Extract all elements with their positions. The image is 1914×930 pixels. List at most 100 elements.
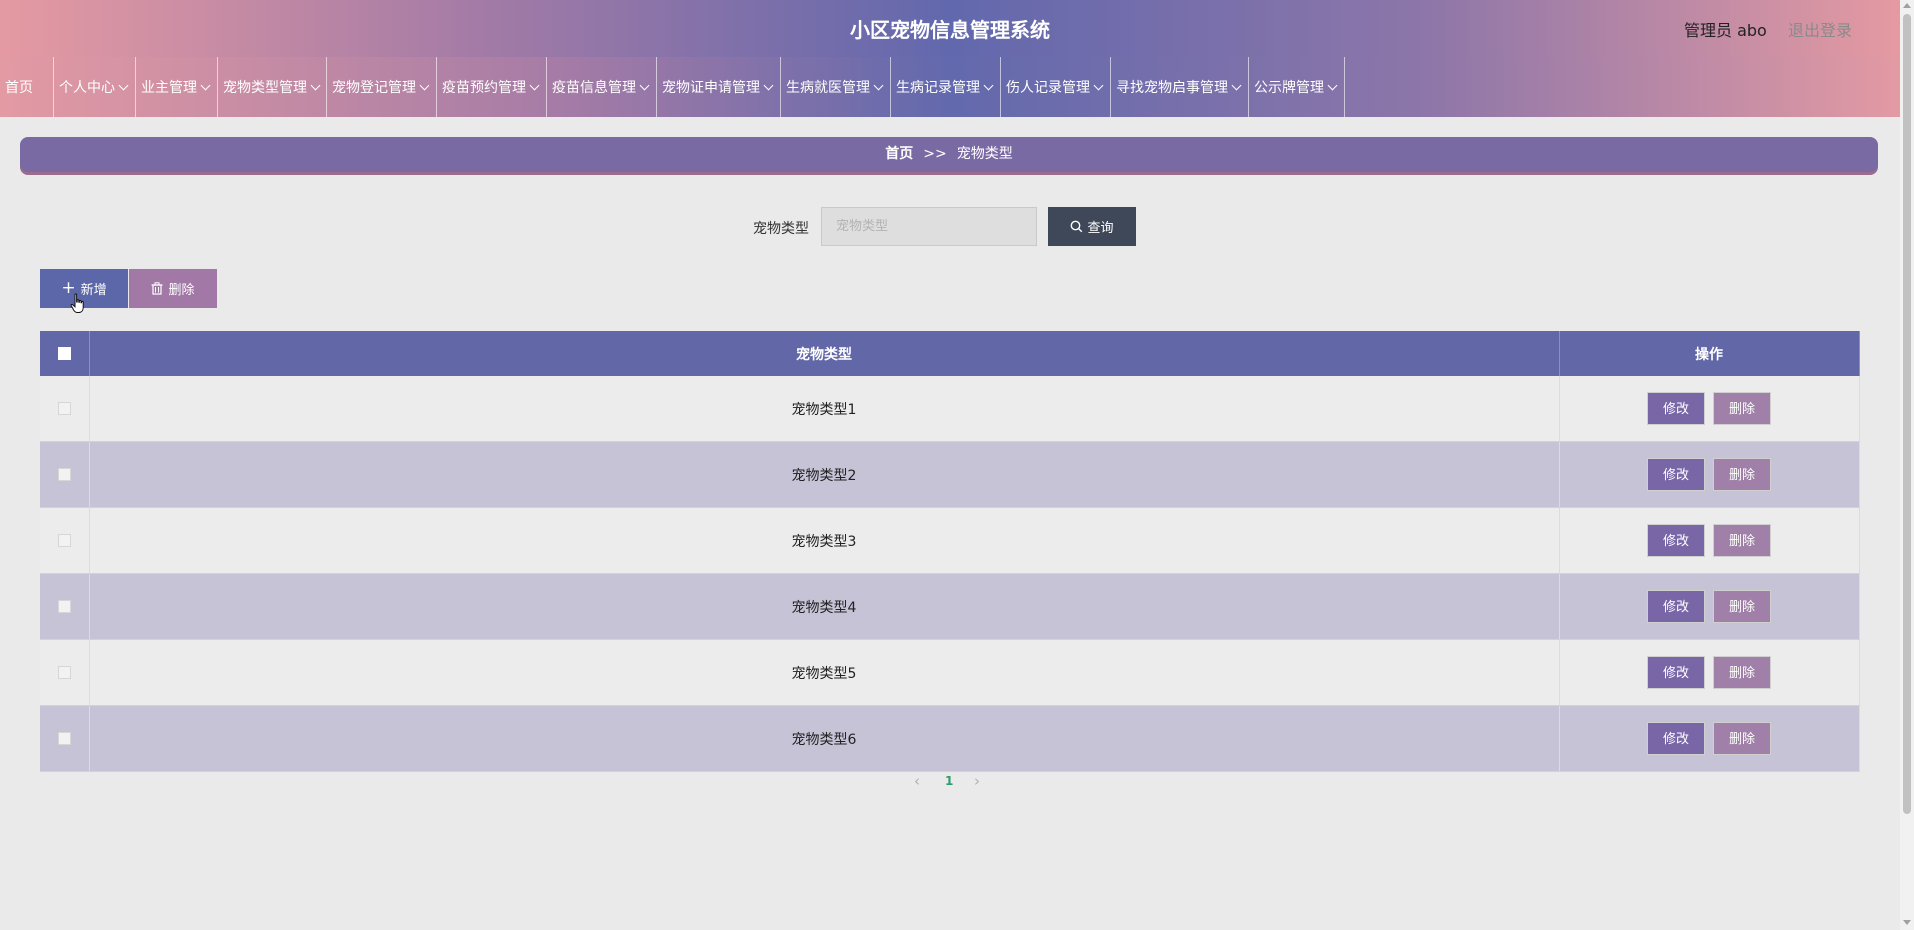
select-cell <box>40 705 90 772</box>
table-header-row: 宠物类型 操作 <box>40 331 1860 376</box>
row-checkbox[interactable] <box>57 666 71 679</box>
batch-delete-label: 删除 <box>168 283 195 298</box>
pet-type-cell: 宠物类型2 <box>89 441 1560 508</box>
row-checkbox[interactable] <box>57 534 71 547</box>
nav-item-owner-management[interactable]: 业主管理 <box>136 57 218 117</box>
pet-type-cell: 宠物类型1 <box>89 376 1560 442</box>
search-label: 宠物类型 <box>753 221 809 237</box>
nav-item-label: 公示牌管理 <box>1254 80 1324 96</box>
actions-cell: 修改 删除 <box>1559 507 1860 574</box>
chevron-down-icon <box>983 80 994 91</box>
table-row: 宠物类型5 修改 删除 <box>40 639 1860 706</box>
select-cell <box>40 639 90 706</box>
query-button[interactable]: 查询 <box>1048 207 1136 246</box>
row-checkbox[interactable] <box>57 402 71 415</box>
scrollbar-thumb[interactable] <box>1903 14 1911 814</box>
delete-button[interactable]: 删除 <box>1713 722 1771 755</box>
nav-item-label: 疫苗预约管理 <box>442 80 526 96</box>
chevron-right-icon[interactable]: › <box>974 772 980 790</box>
nav-item-pet-registration-management[interactable]: 宠物登记管理 <box>327 57 437 117</box>
nav-item-lost-pet-notice-management[interactable]: 寻找宠物启事管理 <box>1111 57 1249 117</box>
row-checkbox[interactable] <box>57 732 71 745</box>
app-header: 小区宠物信息管理系统 管理员 abo 退出登录 <box>0 0 1900 57</box>
pet-type-cell: 宠物类型4 <box>89 573 1560 640</box>
nav-item-label: 伤人记录管理 <box>1006 80 1090 96</box>
scroll-down-arrow-icon[interactable] <box>1903 920 1911 925</box>
actions-cell: 修改 删除 <box>1559 639 1860 706</box>
nav-item-sick-record-management[interactable]: 生病记录管理 <box>891 57 1001 117</box>
nav-item-sick-treatment-management[interactable]: 生病就医管理 <box>781 57 891 117</box>
top-nav: 首页 个人中心 业主管理 宠物类型管理 宠物登记管理 疫苗预约管理 疫苗信息管理… <box>0 57 1900 117</box>
delete-button[interactable]: 删除 <box>1713 590 1771 623</box>
nav-item-label: 生病就医管理 <box>786 80 870 96</box>
nav-item-vaccine-info-management[interactable]: 疫苗信息管理 <box>547 57 657 117</box>
column-header-actions: 操作 <box>1559 331 1860 376</box>
chevron-down-icon <box>1231 80 1242 91</box>
app-title: 小区宠物信息管理系统 <box>850 18 1050 42</box>
batch-delete-button[interactable]: 删除 <box>129 269 217 308</box>
select-all-checkbox[interactable] <box>57 347 71 360</box>
table-row: 宠物类型1 修改 删除 <box>40 376 1860 442</box>
logout-link[interactable]: 退出登录 <box>1788 17 1852 41</box>
delete-button[interactable]: 删除 <box>1713 656 1771 689</box>
select-all-cell <box>40 331 90 376</box>
scroll-up-arrow-icon[interactable] <box>1903 3 1911 8</box>
table-row: 宠物类型6 修改 删除 <box>40 705 1860 772</box>
page-scrollbar[interactable] <box>1900 0 1914 930</box>
select-cell <box>40 573 90 640</box>
delete-button[interactable]: 删除 <box>1713 458 1771 491</box>
current-user-label: 管理员 abo <box>1684 21 1767 40</box>
pet-type-cell: 宠物类型6 <box>89 705 1560 772</box>
row-checkbox[interactable] <box>57 468 71 481</box>
nav-item-label: 生病记录管理 <box>896 80 980 96</box>
breadcrumb-separator: >> <box>923 146 947 162</box>
table-row: 宠物类型2 修改 删除 <box>40 441 1860 508</box>
edit-button[interactable]: 修改 <box>1647 590 1705 623</box>
actions-cell: 修改 删除 <box>1559 376 1860 442</box>
select-cell <box>40 441 90 508</box>
nav-item-label: 宠物证申请管理 <box>662 80 760 96</box>
pagination: ‹ 1 › <box>908 770 988 794</box>
nav-item-injury-record-management[interactable]: 伤人记录管理 <box>1001 57 1111 117</box>
query-button-label: 查询 <box>1087 221 1114 236</box>
select-cell <box>40 507 90 574</box>
nav-item-label: 个人中心 <box>59 80 115 96</box>
breadcrumb-home[interactable]: 首页 <box>885 146 913 162</box>
hand-cursor-icon <box>70 293 84 313</box>
edit-button[interactable]: 修改 <box>1647 524 1705 557</box>
chevron-down-icon <box>200 80 211 91</box>
chevron-down-icon <box>1093 80 1104 91</box>
nav-item-vaccine-appointment-management[interactable]: 疫苗预约管理 <box>437 57 547 117</box>
edit-button[interactable]: 修改 <box>1647 392 1705 425</box>
edit-button[interactable]: 修改 <box>1647 722 1705 755</box>
nav-item-bulletin-board-management[interactable]: 公示牌管理 <box>1249 57 1345 117</box>
edit-button[interactable]: 修改 <box>1647 458 1705 491</box>
chevron-down-icon <box>310 80 321 91</box>
chevron-left-icon[interactable]: ‹ <box>914 772 920 790</box>
chevron-down-icon <box>419 80 430 91</box>
page-number-current[interactable]: 1 <box>945 774 953 788</box>
chevron-down-icon <box>1327 80 1338 91</box>
breadcrumb: 首页 >> 宠物类型 <box>20 137 1878 172</box>
nav-item-pet-license-management[interactable]: 宠物证申请管理 <box>657 57 781 117</box>
actions-cell: 修改 删除 <box>1559 441 1860 508</box>
chevron-down-icon <box>639 80 650 91</box>
search-icon <box>1071 220 1083 233</box>
edit-button[interactable]: 修改 <box>1647 656 1705 689</box>
column-header-pet-type: 宠物类型 <box>89 331 1560 376</box>
nav-item-home[interactable]: 首页 <box>0 57 54 117</box>
nav-item-label: 疫苗信息管理 <box>552 80 636 96</box>
pet-type-table: 宠物类型 操作 宠物类型1 修改 删除 宠物类型2 修改 删除 宠物类型3 修改 删除… <box>40 331 1860 772</box>
pet-type-cell: 宠物类型5 <box>89 639 1560 706</box>
nav-item-label: 业主管理 <box>141 80 197 96</box>
pet-type-search-input[interactable] <box>821 207 1037 246</box>
breadcrumb-current: 宠物类型 <box>956 146 1013 162</box>
chevron-down-icon <box>873 80 884 91</box>
nav-item-pet-type-management[interactable]: 宠物类型管理 <box>218 57 327 117</box>
chevron-down-icon <box>763 80 774 91</box>
nav-item-personal-center[interactable]: 个人中心 <box>54 57 136 117</box>
delete-button[interactable]: 删除 <box>1713 392 1771 425</box>
delete-button[interactable]: 删除 <box>1713 524 1771 557</box>
row-checkbox[interactable] <box>57 600 71 613</box>
nav-item-label: 首页 <box>5 80 33 96</box>
